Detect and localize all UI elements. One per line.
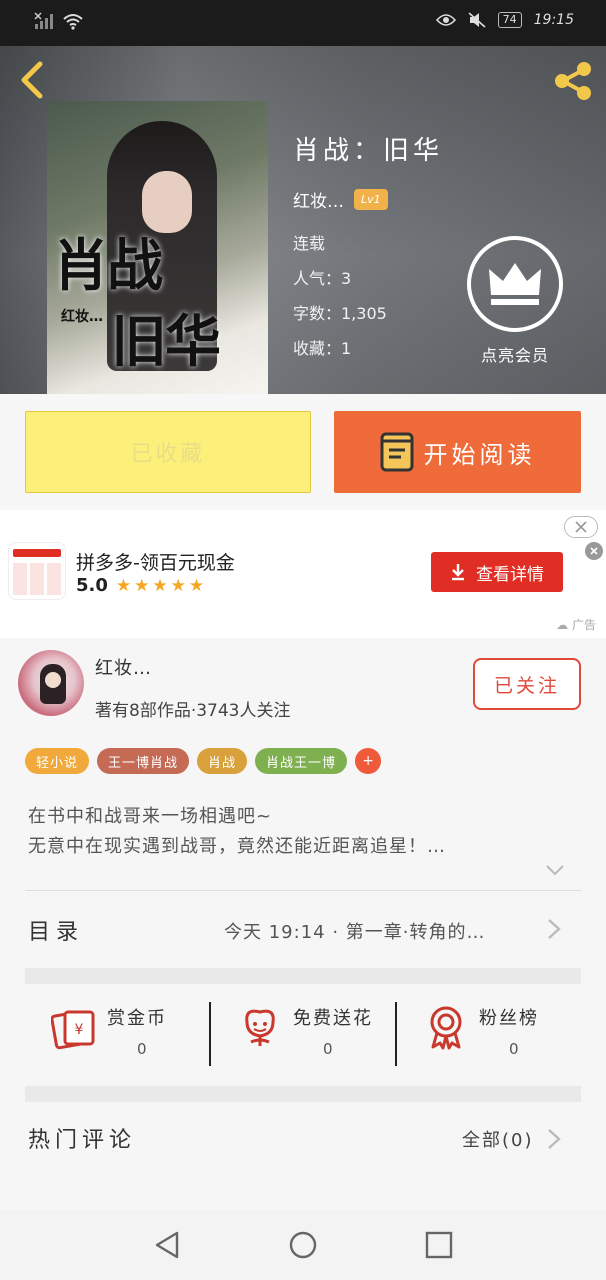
book-header: 肖战 红妆… 旧华 肖战：旧华 红妆… Lv1 连载 人气：3 字数：1,305… bbox=[0, 46, 606, 394]
close-small-icon bbox=[590, 547, 598, 555]
ad-label-text: 广告 bbox=[571, 618, 596, 632]
back-arrow-icon bbox=[21, 61, 43, 99]
book-word-count: 字数：1,305 bbox=[293, 304, 387, 323]
mute-icon bbox=[468, 12, 486, 28]
cover-title-2: 旧华 bbox=[111, 309, 221, 375]
cover-author: 红妆… bbox=[61, 309, 103, 325]
fan-ranking-count: 0 bbox=[509, 1040, 519, 1058]
medal-icon bbox=[430, 1006, 462, 1050]
follow-button[interactable]: 已关注 bbox=[473, 658, 581, 710]
eye-icon bbox=[435, 14, 456, 26]
synopsis[interactable]: 在书中和战哥来一场相遇吧~ 无意中在现实遇到战哥，竟然还能近距离追星！… bbox=[28, 802, 568, 862]
ad-app-logo bbox=[8, 542, 66, 600]
start-reading-label: 开始阅读 bbox=[423, 440, 536, 469]
status-left bbox=[34, 12, 84, 30]
free-flower-count: 0 bbox=[323, 1040, 333, 1058]
flower-icon bbox=[245, 1009, 275, 1046]
section-gap bbox=[25, 968, 581, 984]
start-reading-button[interactable]: 开始阅读 bbox=[334, 411, 581, 493]
free-flower-item[interactable]: 免费送花 0 bbox=[211, 984, 381, 1084]
author-name[interactable]: 红妆… bbox=[95, 654, 152, 680]
free-flower-label: 免费送花 bbox=[293, 1008, 373, 1029]
reward-coins-count: 0 bbox=[137, 1040, 147, 1058]
download-icon bbox=[452, 564, 464, 581]
ad-details-button[interactable]: 查看详情 bbox=[431, 552, 563, 592]
vip-button[interactable]: 点亮会员 bbox=[467, 236, 563, 366]
clock: 19:15 bbox=[533, 12, 574, 28]
red-envelope-icon: ¥ bbox=[51, 1010, 95, 1050]
close-icon bbox=[575, 521, 587, 533]
ad-label: ☁ 广告 bbox=[556, 618, 596, 632]
divider bbox=[25, 890, 581, 891]
author-avatar[interactable] bbox=[18, 650, 84, 716]
fan-ranking-item[interactable]: 粉丝榜 0 bbox=[397, 984, 567, 1084]
action-bar: 已收藏 开始阅读 bbox=[0, 394, 606, 510]
ad-title: 拼多多-领百元现金 bbox=[76, 552, 235, 574]
toc-label: 目录 bbox=[28, 920, 85, 945]
ad-banner[interactable]: 拼多多-领百元现金 5.0 ★★★★★ 查看详情 ☁ 广告 bbox=[0, 510, 606, 638]
ad-close-button[interactable] bbox=[564, 516, 598, 538]
chevron-down-icon[interactable] bbox=[545, 864, 565, 876]
chevron-right-icon[interactable] bbox=[547, 1128, 561, 1150]
cover-title-1: 肖战 bbox=[53, 233, 163, 299]
synopsis-line: 在书中和战哥来一场相遇吧~ bbox=[28, 806, 273, 827]
add-tag-button[interactable]: + bbox=[355, 748, 382, 774]
system-nav-bar bbox=[0, 1210, 606, 1280]
nav-home-icon[interactable] bbox=[288, 1230, 318, 1260]
tag-item[interactable]: 王一博肖战 bbox=[97, 748, 190, 774]
vip-circle bbox=[467, 236, 563, 332]
collected-button[interactable]: 已收藏 bbox=[25, 411, 311, 493]
book-info: 肖战：旧华 红妆… Lv1 连载 人气：3 字数：1,305 收藏：1 bbox=[293, 130, 444, 358]
book-author[interactable]: 红妆… bbox=[293, 187, 344, 212]
share-icon bbox=[555, 62, 591, 100]
tag-list: 轻小说 王一博肖战 肖战 肖战王一博 + bbox=[25, 748, 382, 774]
table-of-contents-row[interactable]: 目录 今天 19:14 · 第一章·转角的… bbox=[0, 892, 606, 966]
interaction-stats: ¥ 赏金币 0 免费送花 0 粉丝榜 0 bbox=[25, 984, 581, 1084]
back-button[interactable] bbox=[14, 58, 54, 102]
ad-logo-bar bbox=[13, 549, 61, 557]
svg-text:¥: ¥ bbox=[75, 1022, 84, 1038]
ad-details-label: 查看详情 bbox=[476, 564, 544, 585]
book-title: 肖战：旧华 bbox=[293, 136, 444, 166]
book-cover[interactable]: 肖战 红妆… 旧华 bbox=[47, 101, 268, 394]
vip-label: 点亮会员 bbox=[480, 346, 549, 365]
chevron-right-icon bbox=[548, 919, 561, 939]
avatar-face bbox=[45, 672, 61, 688]
ad-rating: 5.0 bbox=[76, 575, 108, 596]
all-comments-link[interactable]: 全部(0) bbox=[462, 1126, 534, 1152]
nav-back-icon[interactable] bbox=[153, 1230, 183, 1260]
book-status: 连载 bbox=[293, 234, 326, 253]
ad-dismiss-button[interactable] bbox=[585, 542, 603, 560]
book-details: 红妆… 著有8部作品·3743人关注 已关注 轻小说 王一博肖战 肖战 肖战王一… bbox=[0, 638, 606, 1210]
hot-comments-title: 热门评论 bbox=[28, 1128, 137, 1153]
crown-icon bbox=[489, 263, 541, 305]
ad-stars: ★★★★★ bbox=[115, 575, 208, 596]
nav-recent-icon[interactable] bbox=[424, 1230, 454, 1260]
author-stats: 著有8部作品·3743人关注 bbox=[95, 701, 291, 721]
section-gap bbox=[25, 1086, 581, 1102]
tag-item[interactable]: 肖战王一博 bbox=[255, 748, 348, 774]
latest-chapter: 今天 19:14 · 第一章·转角的… bbox=[224, 922, 486, 943]
reward-coins-item[interactable]: ¥ 赏金币 0 bbox=[25, 984, 195, 1084]
tag-item[interactable]: 轻小说 bbox=[25, 748, 90, 774]
ad-logo-grid bbox=[13, 563, 61, 595]
synopsis-line: 无意中在现实遇到战哥，竟然还能近距离追星！… bbox=[28, 836, 446, 857]
signal-icon bbox=[34, 12, 53, 29]
level-badge: Lv1 bbox=[354, 189, 388, 210]
wifi-icon bbox=[63, 14, 83, 30]
book-popularity: 人气：3 bbox=[293, 269, 352, 288]
book-icon bbox=[380, 432, 413, 472]
share-button[interactable] bbox=[550, 58, 596, 104]
battery-indicator: 74 bbox=[497, 12, 522, 28]
status-bar: 74 19:15 bbox=[0, 0, 606, 46]
reward-coins-label: 赏金币 bbox=[107, 1008, 167, 1029]
ad-rating-row: 5.0 ★★★★★ bbox=[76, 575, 207, 596]
fan-ranking-label: 粉丝榜 bbox=[479, 1008, 539, 1029]
status-right: 74 19:15 bbox=[435, 12, 574, 28]
tag-item[interactable]: 肖战 bbox=[197, 748, 248, 774]
book-author-row: 红妆… Lv1 bbox=[293, 187, 443, 212]
book-favorites: 收藏：1 bbox=[293, 339, 352, 358]
